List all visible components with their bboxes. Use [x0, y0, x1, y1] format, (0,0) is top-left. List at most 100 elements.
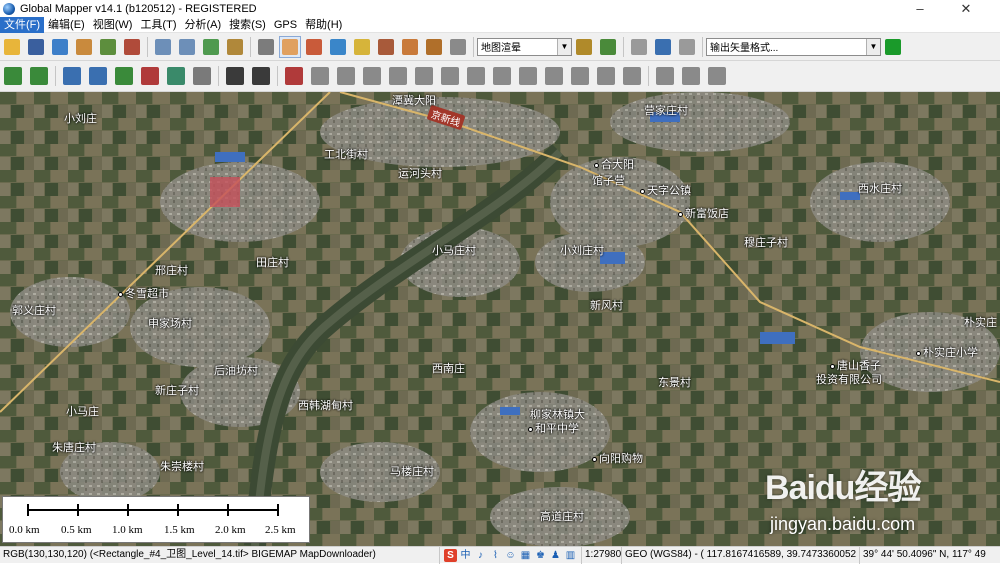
- book-button[interactable]: [652, 36, 674, 58]
- ime-toolbar[interactable]: S 中 ♪ ⌇ ☺ ▦ ♚ ♟ ▥: [440, 546, 582, 564]
- pan-hand-button[interactable]: [279, 35, 301, 58]
- ime-icon[interactable]: ⌇: [489, 549, 502, 562]
- place-name: 天字公镇: [647, 185, 691, 197]
- home-button[interactable]: [224, 36, 246, 58]
- menu-item[interactable]: 工具(T): [136, 17, 180, 33]
- lighting-button[interactable]: [597, 36, 619, 58]
- close-button[interactable]: ✕: [948, 0, 984, 17]
- menu-item[interactable]: 搜索(S): [225, 17, 270, 33]
- menu-item[interactable]: 文件(F): [0, 16, 45, 33]
- tool-j-button[interactable]: [542, 64, 566, 88]
- shader-select[interactable]: 地图渲晕 ▼: [477, 37, 572, 56]
- path-profile-button[interactable]: [375, 36, 397, 58]
- tool-e-button[interactable]: [412, 64, 436, 88]
- menu-item[interactable]: 编辑(E): [44, 17, 89, 33]
- scale-tick: [277, 504, 279, 516]
- config-tools-button[interactable]: [121, 36, 143, 58]
- minimize-button[interactable]: –: [902, 0, 938, 17]
- digitizer-icon: [354, 38, 370, 55]
- scale-label: 2.5 km: [265, 524, 296, 536]
- horseshoe-button[interactable]: [447, 36, 469, 58]
- ime-icon[interactable]: ♚: [534, 549, 547, 562]
- place-name: 新风村: [590, 300, 623, 312]
- image-button[interactable]: [73, 36, 95, 58]
- tool-d-button[interactable]: [386, 64, 410, 88]
- tool-b-button[interactable]: [334, 64, 358, 88]
- tool-c-button[interactable]: [360, 64, 384, 88]
- play-button[interactable]: [882, 36, 904, 58]
- globe-data-button[interactable]: [49, 36, 71, 58]
- open-folder-button[interactable]: [1, 36, 23, 58]
- info-button[interactable]: [327, 36, 349, 58]
- tool-h-button[interactable]: [490, 64, 514, 88]
- edit-draw-button[interactable]: [399, 36, 421, 58]
- tool-p-button[interactable]: [705, 64, 729, 88]
- zoom-in-button[interactable]: [152, 36, 174, 58]
- place-name: 穆庄子村: [744, 237, 788, 249]
- tool-n-button[interactable]: [653, 64, 677, 88]
- combine-button[interactable]: [138, 64, 162, 88]
- feature-down-button[interactable]: [423, 36, 445, 58]
- zoom-out-button[interactable]: [176, 36, 198, 58]
- chevron-down-icon[interactable]: ▼: [866, 38, 880, 55]
- scale-tick: [227, 504, 229, 516]
- tool-f-button[interactable]: [438, 64, 462, 88]
- tool-h-icon: [493, 67, 511, 85]
- tool-a-button[interactable]: [308, 64, 332, 88]
- menu-item[interactable]: 分析(A): [180, 17, 225, 33]
- select-tool-button[interactable]: [255, 36, 277, 58]
- measure-button[interactable]: [303, 36, 325, 58]
- baidu-watermark: Baidu经验 jingyan.baidu.com: [765, 454, 995, 544]
- ime-icon[interactable]: ♟: [549, 549, 562, 562]
- menu-item[interactable]: 帮助(H): [301, 17, 346, 33]
- points-button[interactable]: [223, 64, 247, 88]
- reshape-button[interactable]: [86, 64, 110, 88]
- tool-k-button[interactable]: [568, 64, 592, 88]
- star-button[interactable]: [676, 36, 698, 58]
- tool-g-button[interactable]: [464, 64, 488, 88]
- chevron-down-icon[interactable]: ▼: [557, 38, 571, 55]
- tool-m-button[interactable]: [620, 64, 644, 88]
- ime-icon[interactable]: ▥: [564, 549, 577, 562]
- menu-item[interactable]: GPS: [270, 17, 301, 33]
- line-arrow-button[interactable]: [249, 64, 273, 88]
- place-name: 新庄子村: [155, 385, 199, 397]
- zoom-layer-button[interactable]: [200, 36, 222, 58]
- star-icon: [679, 38, 695, 55]
- place-label: 小马庄村: [432, 242, 476, 258]
- toolbar-separator: [250, 36, 251, 57]
- create-area-button[interactable]: [1, 64, 25, 88]
- tool-o-button[interactable]: [679, 64, 703, 88]
- ime-icon[interactable]: 中: [459, 549, 472, 562]
- ime-icon[interactable]: ▦: [519, 549, 532, 562]
- shader-settings-icon: [576, 38, 592, 55]
- digitizer-button[interactable]: [351, 36, 373, 58]
- tool-k-icon: [571, 67, 589, 85]
- tool-a-icon: [311, 67, 329, 85]
- create-line-button[interactable]: [27, 64, 51, 88]
- poi-marker-icon: [830, 363, 835, 369]
- ime-icon[interactable]: S: [444, 548, 457, 562]
- map-view[interactable]: 京新线 小刘庄 工北街村 潭冀大阳 运河头村 合大阳 营家庄村 馆子营 天字公镇 西水庄村 新富饭…: [0, 92, 1000, 546]
- save-icon: [28, 38, 44, 55]
- shader-settings-button[interactable]: [573, 36, 595, 58]
- place-label: 新富饭店: [678, 205, 729, 221]
- layers-button[interactable]: [97, 36, 119, 58]
- place-name: 新富饭店: [685, 208, 729, 220]
- ime-icon[interactable]: ♪: [474, 549, 487, 562]
- save-button[interactable]: [25, 36, 47, 58]
- 3d-view-button[interactable]: [628, 36, 650, 58]
- ime-icon[interactable]: ☺: [504, 549, 517, 562]
- place-name: 和平中学: [535, 423, 579, 435]
- edit-vertices-button[interactable]: [60, 64, 84, 88]
- export-format-select[interactable]: 输出矢量格式... ▼: [706, 37, 881, 56]
- draw-pen-button[interactable]: [282, 64, 306, 88]
- tool-l-button[interactable]: [594, 64, 618, 88]
- menu-item[interactable]: 视图(W): [89, 17, 137, 33]
- grid-feature-button[interactable]: [190, 64, 214, 88]
- rotate-feature-button[interactable]: [164, 64, 188, 88]
- split-button[interactable]: [112, 64, 136, 88]
- scale-label: 0.0 km: [9, 524, 40, 536]
- tool-i-button[interactable]: [516, 64, 540, 88]
- export-format-select-value: 输出矢量格式...: [710, 43, 779, 54]
